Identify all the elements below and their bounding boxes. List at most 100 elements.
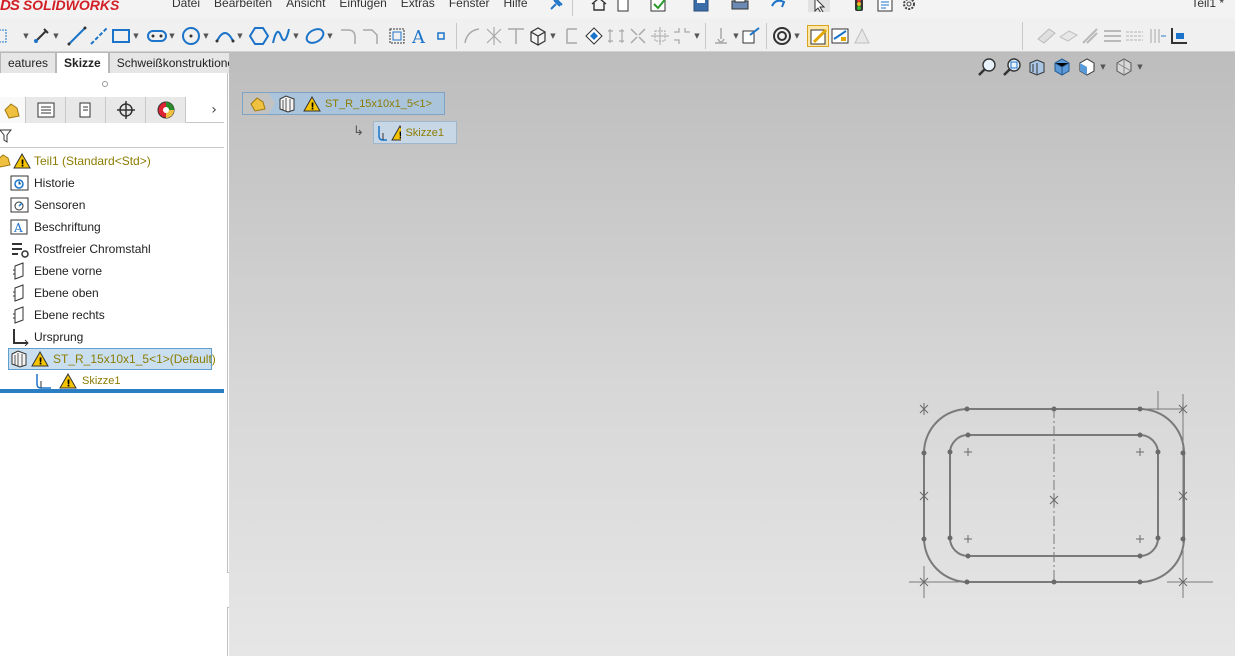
filter-funnel-icon[interactable] <box>0 129 12 143</box>
zoom-to-fit-icon[interactable] <box>974 56 999 78</box>
tree-item-ebene-vorne[interactable]: Ebene vorne <box>10 260 234 282</box>
arc-icon[interactable] <box>214 25 236 47</box>
display-relations-icon[interactable] <box>710 25 732 47</box>
construction-line[interactable] <box>909 566 959 598</box>
menu-bearbeiten[interactable]: Bearbeiten <box>207 0 279 10</box>
structural-member-icon[interactable] <box>277 94 297 113</box>
gusset-icon[interactable] <box>1101 25 1123 47</box>
tree-item-structural-member[interactable]: ! ST_R_15x10x1_5<1>(Default) <box>8 348 216 370</box>
graphics-area[interactable]: ▼ ▼ ! ST_R_15x10x1_5<1> ↳ ! Skizze1 <box>229 52 1235 656</box>
tab-featuremanager[interactable] <box>0 97 26 123</box>
tree-filter[interactable] <box>0 124 224 148</box>
smart-dimension-icon[interactable] <box>0 25 22 47</box>
tree-item-sensoren[interactable]: Sensoren <box>10 194 234 216</box>
sketch-picture-icon[interactable] <box>671 25 693 47</box>
undo-icon[interactable] <box>768 0 790 12</box>
tree-root-part[interactable]: ! Teil1 (Standard<Std>) <box>0 150 224 172</box>
menu-hilfe[interactable]: Hilfe <box>497 0 535 10</box>
move-entities-icon[interactable] <box>583 25 605 47</box>
chevron-down-icon[interactable]: ▼ <box>22 32 30 40</box>
end-cap-icon[interactable] <box>1079 25 1101 47</box>
fillet-bead-icon[interactable] <box>1123 25 1145 47</box>
print-icon[interactable] <box>730 0 750 12</box>
tab-features[interactable]: eatures <box>0 52 57 73</box>
edit-sketch-toggle-icon[interactable] <box>807 25 829 47</box>
new-document-icon[interactable] <box>614 0 632 12</box>
3d-sketch-icon[interactable] <box>527 25 549 47</box>
file-properties-icon[interactable] <box>876 0 894 12</box>
breadcrumb-sketch[interactable]: ! Skizze1 <box>373 121 457 144</box>
polygon-icon[interactable] <box>248 25 270 47</box>
chevron-down-icon[interactable]: ▼ <box>1099 63 1107 71</box>
breadcrumb-feature-label[interactable]: ST_R_15x10x1_5<1> <box>325 98 444 110</box>
shaded-sketch-contours-icon[interactable] <box>829 25 851 47</box>
tab-configurationmanager[interactable] <box>66 97 106 123</box>
options-gear-icon[interactable] <box>900 0 918 12</box>
tree-item-ursprung[interactable]: Ursprung <box>10 326 234 348</box>
chevron-down-icon[interactable]: ▼ <box>732 32 740 40</box>
circle-icon[interactable] <box>180 25 202 47</box>
trim-extend-icon[interactable] <box>1057 25 1079 47</box>
rapid-sketch-icon[interactable] <box>851 25 873 47</box>
offset-entities-icon[interactable] <box>386 25 408 47</box>
chevron-down-icon[interactable]: ▼ <box>292 32 300 40</box>
sketch-tool-icon[interactable] <box>30 25 52 47</box>
convert-entities-icon[interactable] <box>483 25 505 47</box>
stretch-entities-icon[interactable] <box>649 25 671 47</box>
fillet-icon[interactable] <box>338 25 360 47</box>
intersection-curve-icon[interactable] <box>505 25 527 47</box>
panel-grip-icon[interactable] <box>102 81 108 87</box>
instant2d-icon[interactable] <box>771 25 793 47</box>
text-icon[interactable]: A <box>408 25 430 47</box>
chevron-down-icon[interactable]: ▼ <box>793 32 801 40</box>
select-arrow-icon[interactable] <box>808 0 830 12</box>
tree-item-beschriftung[interactable]: A Beschriftung <box>10 216 234 238</box>
weld-table-icon[interactable] <box>1167 25 1189 47</box>
solidworks-logo[interactable]: DS SOLIDWORKS <box>0 0 119 15</box>
tree-item-ebene-rechts[interactable]: Ebene rechts <box>10 304 234 326</box>
section-view-icon[interactable] <box>1049 56 1074 78</box>
repair-sketch-icon[interactable] <box>740 25 762 47</box>
point-icon[interactable] <box>430 25 452 47</box>
chevron-down-icon[interactable]: ▼ <box>1136 63 1144 71</box>
chevron-down-icon[interactable]: ▼ <box>202 32 210 40</box>
chevron-down-icon[interactable]: ▼ <box>236 32 244 40</box>
part-breadcrumb-icon[interactable] <box>243 93 275 114</box>
zoom-to-area-icon[interactable] <box>999 56 1024 78</box>
tab-propertymanager[interactable] <box>26 97 66 123</box>
previous-view-icon[interactable] <box>1024 56 1049 78</box>
construction-line[interactable] <box>1141 391 1213 598</box>
chevron-down-icon[interactable]: ▼ <box>132 32 140 40</box>
home-icon[interactable] <box>590 0 608 12</box>
menu-ansicht[interactable]: Ansicht <box>279 0 332 10</box>
menu-extras[interactable]: Extras <box>394 0 442 10</box>
rebuild-check-icon[interactable] <box>650 0 670 12</box>
circular-pattern-icon[interactable] <box>627 25 649 47</box>
mirror-entities-icon[interactable] <box>561 25 583 47</box>
tree-item-material[interactable]: Rostfreier Chromstahl <box>10 238 234 260</box>
menu-datei[interactable]: Datei <box>165 0 207 10</box>
save-icon[interactable] <box>692 0 710 12</box>
linear-pattern-icon[interactable] <box>605 25 627 47</box>
spline-icon[interactable] <box>270 25 292 47</box>
traffic-light-icon[interactable] <box>853 0 865 12</box>
trim-entities-icon[interactable] <box>461 25 483 47</box>
tabs-scroll-right-icon[interactable]: › <box>204 97 224 122</box>
tree-item-historie[interactable]: Historie <box>10 172 234 194</box>
rollback-bar[interactable] <box>0 389 224 393</box>
chamfer-icon[interactable] <box>360 25 382 47</box>
chevron-down-icon[interactable]: ▼ <box>168 32 176 40</box>
structural-member-icon[interactable] <box>1035 25 1057 47</box>
chevron-down-icon[interactable]: ▼ <box>693 32 701 40</box>
chevron-down-icon[interactable]: ▼ <box>549 32 557 40</box>
chevron-down-icon[interactable]: ▼ <box>52 32 60 40</box>
weld-bead-icon[interactable] <box>1145 25 1167 47</box>
chevron-down-icon[interactable]: ▼ <box>326 32 334 40</box>
tab-displaymanager[interactable] <box>146 97 186 123</box>
menu-einfuegen[interactable]: Einfügen <box>332 0 393 10</box>
tree-item-ebene-oben[interactable]: Ebene oben <box>10 282 234 304</box>
rectangle-icon[interactable] <box>110 25 132 47</box>
view-orientation-icon[interactable] <box>1074 56 1099 78</box>
line-icon[interactable] <box>66 25 88 47</box>
sketch-profile[interactable] <box>899 386 1219 616</box>
